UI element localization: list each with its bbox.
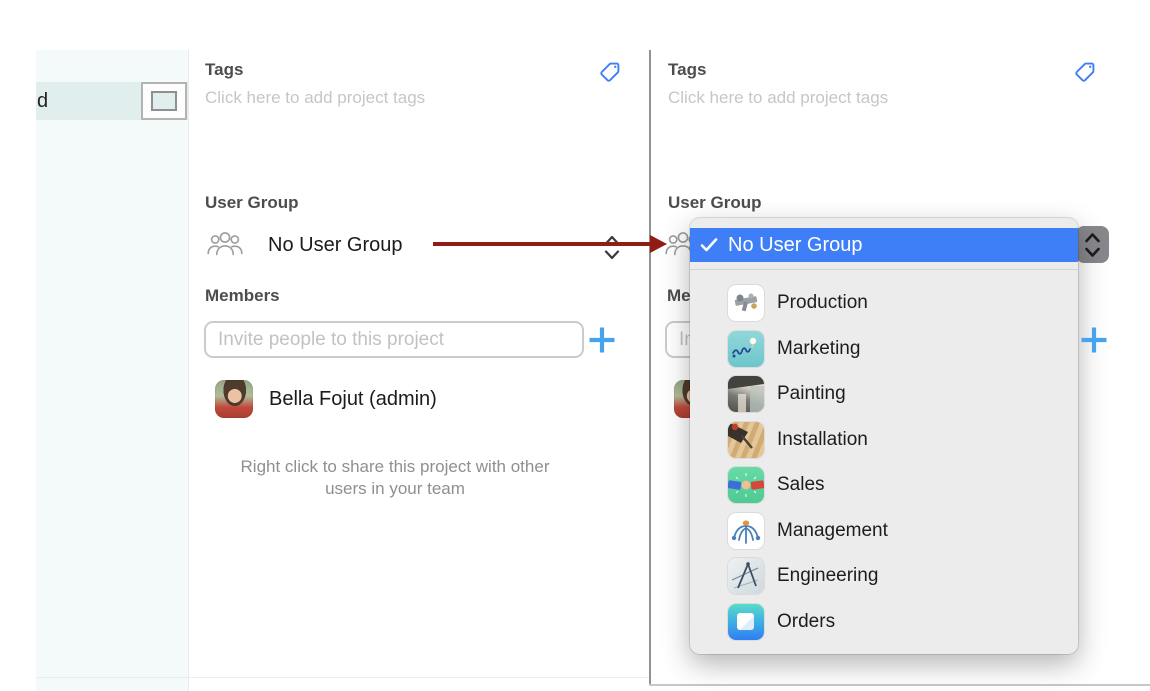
management-icon	[728, 513, 764, 549]
dropdown-separator	[690, 269, 1078, 270]
add-member-button-right[interactable]	[1080, 326, 1108, 354]
dropdown-item-painting[interactable]: Painting	[690, 371, 1078, 416]
user-group-dropdown-menu: No User Group Production	[690, 218, 1078, 654]
dropdown-item-label: Painting	[777, 383, 846, 405]
dropdown-item-engineering[interactable]: Engineering	[690, 553, 1078, 598]
user-group-label: User Group	[205, 193, 299, 213]
panel-divider	[649, 50, 651, 685]
dropdown-item-production[interactable]: Production	[690, 280, 1078, 325]
dropdown-item-label: Orders	[777, 611, 835, 633]
tag-icon-right[interactable]	[1073, 60, 1097, 84]
dropdown-item-marketing[interactable]: Marketing	[690, 326, 1078, 371]
member-avatar	[215, 380, 253, 418]
tags-label-right: Tags	[668, 60, 706, 80]
right-panel-bottom-border	[649, 684, 1150, 686]
tags-placeholder[interactable]: Click here to add project tags	[205, 88, 425, 108]
production-icon	[728, 285, 764, 321]
dropdown-item-installation[interactable]: Installation	[690, 417, 1078, 462]
tags-placeholder-right[interactable]: Click here to add project tags	[668, 88, 888, 108]
sales-icon	[728, 467, 764, 503]
tags-label: Tags	[205, 60, 243, 80]
annotation-arrow-head	[650, 235, 667, 253]
dropdown-selected-label: No User Group	[728, 234, 863, 257]
dropdown-item-label: Installation	[777, 429, 868, 451]
dropdown-item-sales[interactable]: Sales	[690, 462, 1078, 507]
share-hint: Right click to share this project with o…	[230, 456, 560, 500]
user-group-stepper-right[interactable]	[1076, 226, 1109, 263]
tag-icon[interactable]	[598, 60, 622, 84]
invite-members-input[interactable]	[204, 321, 584, 358]
installation-icon	[728, 422, 764, 458]
app-window: d Tags Click here to add project tags Us…	[0, 0, 1150, 691]
row-checkbox[interactable]	[141, 82, 187, 120]
dropdown-item-label: Sales	[777, 474, 825, 496]
annotation-arrow-line	[433, 242, 651, 246]
project-list-rail	[36, 50, 189, 691]
marketing-icon	[728, 331, 764, 367]
orders-icon	[728, 604, 764, 640]
dropdown-item-label: Marketing	[777, 338, 860, 360]
checkmark-icon	[700, 237, 718, 253]
member-name: Bella Fojut (admin)	[269, 388, 437, 411]
dropdown-item-label: Production	[777, 292, 868, 314]
row-checkbox-box	[151, 91, 177, 111]
user-group-stepper[interactable]	[604, 234, 620, 261]
add-member-button[interactable]	[588, 326, 616, 354]
dropdown-item-label: Management	[777, 520, 888, 542]
member-row[interactable]: Bella Fojut (admin)	[215, 380, 575, 420]
dropdown-item-label: Engineering	[777, 565, 878, 587]
user-group-icon	[206, 228, 244, 258]
dropdown-item-management[interactable]: Management	[690, 508, 1078, 553]
left-panel-bottom-border	[36, 677, 649, 678]
user-group-value[interactable]: No User Group	[268, 234, 403, 257]
dropdown-item-orders[interactable]: Orders	[690, 599, 1078, 644]
painting-icon	[728, 376, 764, 412]
members-label: Members	[205, 286, 280, 306]
project-row-label: d	[37, 90, 48, 113]
user-group-label-right: User Group	[668, 193, 762, 213]
engineering-icon	[728, 558, 764, 594]
dropdown-item-no-user-group[interactable]: No User Group	[690, 228, 1078, 262]
